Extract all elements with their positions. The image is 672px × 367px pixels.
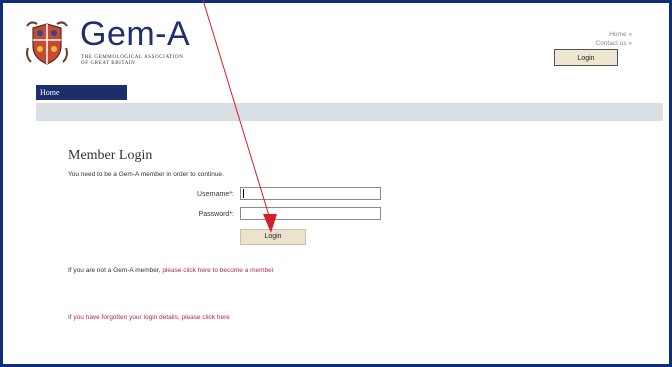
tagline-line-2: OF GREAT BRITAIN [81,61,136,66]
top-links: Home » Contact us » [596,30,633,48]
username-label: Username*: [197,191,234,198]
header-login-button[interactable]: Login [554,49,618,66]
nav-bar [36,103,663,121]
nav-tab-home[interactable]: Home [36,85,127,100]
logo-tagline: THE GEMMOLOGICAL ASSOCIATION OF GREAT BR… [81,55,201,67]
contact-us-link[interactable]: Contact us » [596,39,633,48]
forgot-login-link[interactable]: If you have forgotten your login details… [68,314,230,321]
username-input[interactable] [240,187,381,200]
home-link[interactable]: Home » [596,30,632,39]
become-member-line: If you are not a Gem-A member, please cl… [68,267,274,274]
login-submit-button[interactable]: Login [240,229,306,245]
crest-icon [26,21,68,65]
logo-wordmark[interactable]: Gem-A [80,15,190,53]
password-input[interactable] [240,207,381,220]
login-intro-text: You need to be a Gem-A member in order t… [68,171,224,178]
not-member-text: If you are not a Gem-A member, [68,267,161,274]
become-member-link[interactable]: please click here to become a member [162,267,274,274]
text-caret [243,189,244,198]
password-label: Password*: [198,211,234,218]
page-title: Member Login [68,148,153,163]
